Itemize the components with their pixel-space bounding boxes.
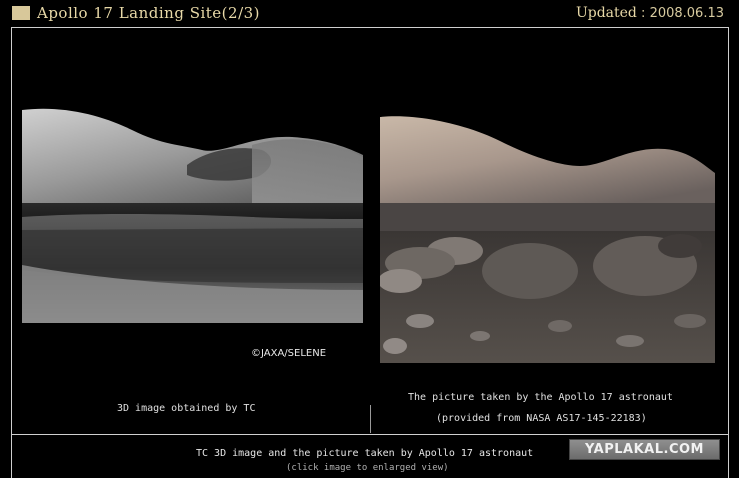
caption-divider — [370, 405, 371, 433]
right-caption-line2: (provided from NASA AS17-145-22183) — [436, 413, 647, 424]
updated-label: Updated — [575, 5, 637, 21]
boulder-3 — [482, 243, 578, 299]
rock-f — [674, 314, 706, 328]
updated-date: 2008.06.13 — [649, 6, 724, 21]
footer-hint: (click image to enlarged view) — [286, 463, 449, 473]
rock-a — [406, 314, 434, 328]
boulder-6 — [658, 234, 702, 258]
right-plain — [380, 203, 715, 233]
rock-d — [616, 335, 644, 347]
image-credit: ©JAXA/SELENE — [251, 348, 327, 359]
title-swatch — [12, 6, 30, 20]
watermark-badge: YAPLAKAL.COM — [569, 439, 720, 460]
left-right-hill — [252, 139, 363, 210]
footer-caption: TC 3D image and the picture taken by Apo… — [196, 448, 534, 459]
rock-b — [470, 331, 490, 341]
updated-info: Updated : 2008.06.13 — [576, 5, 724, 21]
header-bar: Apollo 17 Landing Site(2/3) Updated : 20… — [0, 0, 739, 27]
apollo17-photo[interactable] — [380, 111, 715, 363]
left-caption: 3D image obtained by TC — [117, 403, 256, 414]
page-title: Apollo 17 Landing Site(2/3) — [37, 4, 261, 22]
updated-separator: : — [636, 6, 650, 21]
footer-divider — [11, 434, 728, 435]
rock-e — [383, 338, 407, 354]
tc-3d-image[interactable] — [22, 105, 363, 323]
right-caption-line1: The picture taken by the Apollo 17 astro… — [408, 392, 673, 403]
rock-c — [548, 320, 572, 332]
boulder-5 — [380, 269, 422, 293]
